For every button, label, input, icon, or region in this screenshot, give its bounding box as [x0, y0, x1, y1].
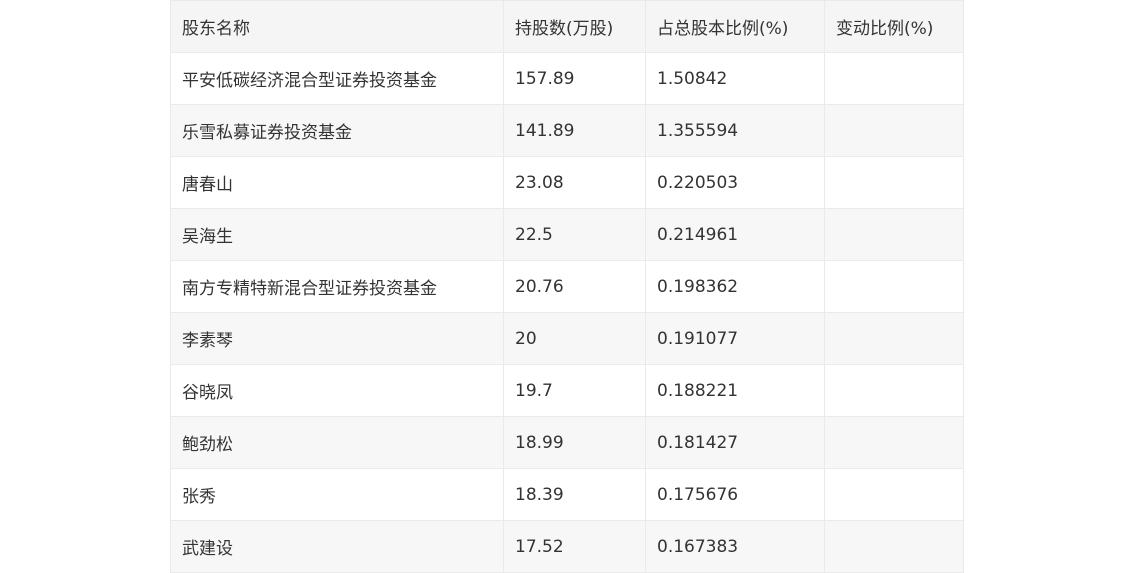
cell-share-ratio: 1.50842: [645, 52, 825, 105]
cell-shares-held: 22.5: [503, 208, 646, 261]
cell-share-ratio: 0.220503: [645, 156, 825, 209]
cell-shares-held: 18.39: [503, 468, 646, 521]
cell-shares-held: 157.89: [503, 52, 646, 105]
cell-share-ratio: 1.355594: [645, 104, 825, 157]
cell-change-ratio: [824, 520, 964, 573]
cell-shareholder-name: 武建设: [170, 520, 504, 573]
cell-share-ratio: 0.175676: [645, 468, 825, 521]
cell-share-ratio: 0.181427: [645, 416, 825, 469]
cell-shares-held: 18.99: [503, 416, 646, 469]
cell-shareholder-name: 乐雪私募证券投资基金: [170, 104, 504, 157]
cell-shares-held: 141.89: [503, 104, 646, 157]
cell-change-ratio: [824, 364, 964, 417]
header-shareholder-name: 股东名称: [170, 0, 504, 53]
cell-change-ratio: [824, 468, 964, 521]
cell-shareholder-name: 张秀: [170, 468, 504, 521]
cell-shares-held: 20: [503, 312, 646, 365]
header-shares-held: 持股数(万股): [503, 0, 646, 53]
cell-shareholder-name: 李素琴: [170, 312, 504, 365]
cell-change-ratio: [824, 260, 964, 313]
cell-share-ratio: 0.191077: [645, 312, 825, 365]
cell-shareholder-name: 吴海生: [170, 208, 504, 261]
shareholder-table: 股东名称 持股数(万股) 占总股本比例(%) 变动比例(%) 平安低碳经济混合型…: [170, 0, 964, 573]
table-row: 张秀 18.39 0.175676: [170, 468, 964, 521]
cell-shareholder-name: 谷晓凤: [170, 364, 504, 417]
cell-change-ratio: [824, 416, 964, 469]
cell-share-ratio: 0.188221: [645, 364, 825, 417]
cell-shareholder-name: 唐春山: [170, 156, 504, 209]
table-row: 唐春山 23.08 0.220503: [170, 156, 964, 209]
table-row: 平安低碳经济混合型证券投资基金 157.89 1.50842: [170, 52, 964, 105]
cell-change-ratio: [824, 312, 964, 365]
table-row: 李素琴 20 0.191077: [170, 312, 964, 365]
header-share-ratio: 占总股本比例(%): [645, 0, 825, 53]
cell-shares-held: 20.76: [503, 260, 646, 313]
table-row: 谷晓凤 19.7 0.188221: [170, 364, 964, 417]
cell-shares-held: 19.7: [503, 364, 646, 417]
cell-share-ratio: 0.198362: [645, 260, 825, 313]
table-row: 鲍劲松 18.99 0.181427: [170, 416, 964, 469]
table-row: 乐雪私募证券投资基金 141.89 1.355594: [170, 104, 964, 157]
cell-shareholder-name: 南方专精特新混合型证券投资基金: [170, 260, 504, 313]
cell-change-ratio: [824, 208, 964, 261]
table-row: 武建设 17.52 0.167383: [170, 520, 964, 573]
cell-shares-held: 23.08: [503, 156, 646, 209]
cell-change-ratio: [824, 52, 964, 105]
cell-shareholder-name: 平安低碳经济混合型证券投资基金: [170, 52, 504, 105]
cell-change-ratio: [824, 104, 964, 157]
cell-shareholder-name: 鲍劲松: [170, 416, 504, 469]
table-row: 吴海生 22.5 0.214961: [170, 208, 964, 261]
cell-shares-held: 17.52: [503, 520, 646, 573]
shareholder-table-container: 股东名称 持股数(万股) 占总股本比例(%) 变动比例(%) 平安低碳经济混合型…: [170, 0, 964, 573]
cell-share-ratio: 0.167383: [645, 520, 825, 573]
cell-change-ratio: [824, 156, 964, 209]
table-header-row: 股东名称 持股数(万股) 占总股本比例(%) 变动比例(%): [170, 0, 964, 53]
cell-share-ratio: 0.214961: [645, 208, 825, 261]
header-change-ratio: 变动比例(%): [824, 0, 964, 53]
table-row: 南方专精特新混合型证券投资基金 20.76 0.198362: [170, 260, 964, 313]
